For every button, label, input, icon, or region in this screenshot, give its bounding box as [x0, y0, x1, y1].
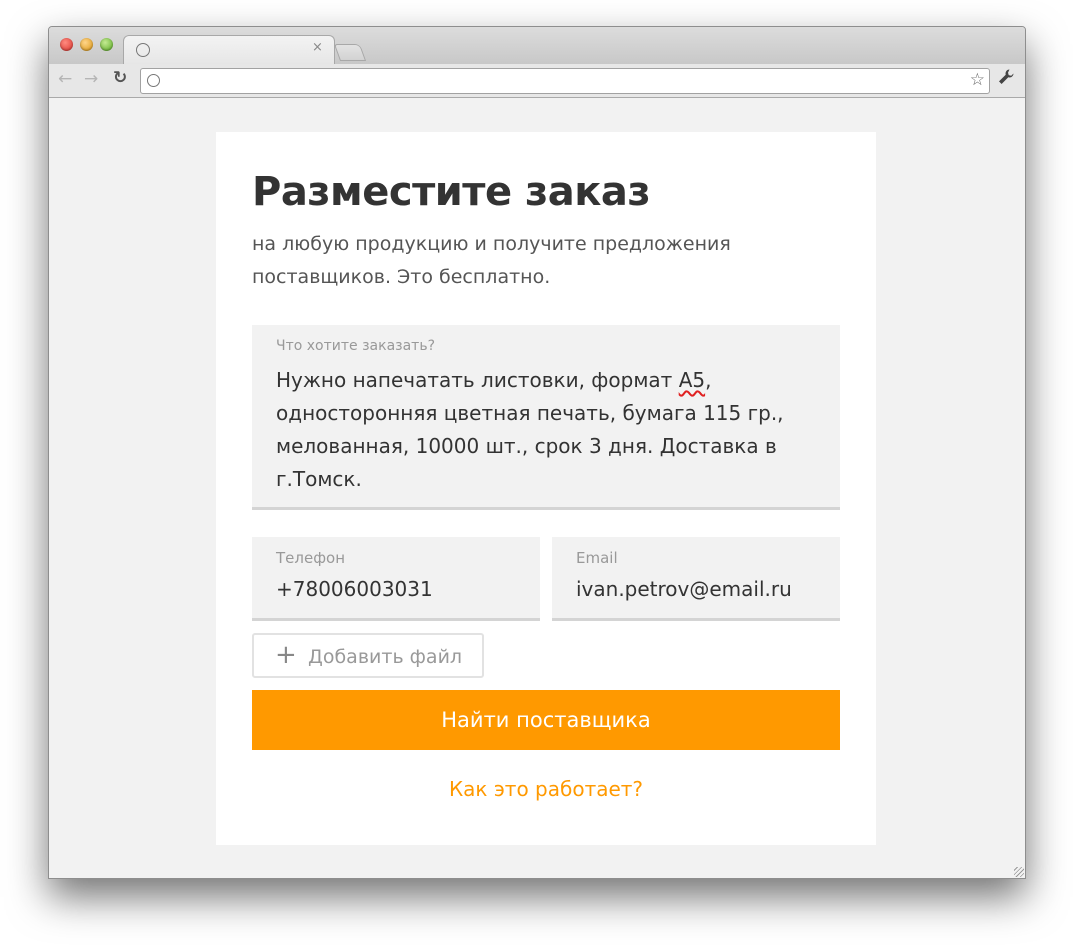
- address-bar[interactable]: ☆: [140, 68, 990, 94]
- globe-icon: [136, 43, 150, 57]
- misspelled-word: А5: [678, 368, 706, 392]
- bookmark-star-icon[interactable]: ☆: [970, 70, 985, 90]
- order-field-value[interactable]: Нужно напечатать листовки, формат А5, од…: [276, 364, 831, 496]
- add-file-label: Добавить файл: [308, 646, 463, 668]
- resize-grip[interactable]: [1014, 867, 1024, 877]
- phone-field[interactable]: Телефон +78006003031: [252, 537, 540, 621]
- browser-toolbar: ← → ↻ ☆: [49, 64, 1025, 98]
- close-window-button[interactable]: [60, 38, 73, 51]
- order-form-card: Разместите заказ на любую продукцию и по…: [216, 132, 876, 845]
- reload-icon[interactable]: ↻: [113, 68, 127, 88]
- minimize-window-button[interactable]: [80, 38, 93, 51]
- globe-icon: [147, 74, 160, 87]
- zoom-window-button[interactable]: [100, 38, 113, 51]
- how-it-works-link[interactable]: Как это работает?: [252, 777, 840, 801]
- email-field[interactable]: Email ivan.petrov@email.ru: [552, 537, 840, 621]
- find-supplier-button[interactable]: Найти поставщика: [252, 690, 840, 750]
- forward-arrow-icon[interactable]: →: [84, 69, 98, 89]
- back-arrow-icon[interactable]: ←: [58, 69, 72, 89]
- title-bar: ×: [49, 27, 1025, 65]
- page-viewport: Разместите заказ на любую продукцию и по…: [49, 98, 1025, 878]
- order-text-part: Нужно напечатать листовки, формат: [276, 368, 679, 392]
- order-textarea[interactable]: Что хотите заказать? Нужно напечатать ли…: [252, 325, 840, 510]
- plus-icon: +: [275, 640, 297, 670]
- browser-tab[interactable]: ×: [123, 35, 335, 65]
- order-field-label: Что хотите заказать?: [276, 338, 436, 354]
- email-field-value[interactable]: ivan.petrov@email.ru: [576, 577, 792, 601]
- tab-close-icon[interactable]: ×: [312, 40, 323, 55]
- phone-field-label: Телефон: [276, 549, 346, 567]
- phone-field-value[interactable]: +78006003031: [276, 577, 433, 601]
- wrench-icon[interactable]: [997, 68, 1015, 91]
- wrench-icon-graphic: [999, 69, 1014, 84]
- page-title: Разместите заказ: [252, 169, 651, 215]
- page-subtitle: на любую продукцию и получите предложени…: [252, 233, 731, 288]
- email-field-label: Email: [576, 549, 618, 567]
- add-file-button[interactable]: + Добавить файл: [252, 633, 484, 678]
- url-input[interactable]: [167, 72, 961, 89]
- new-tab-button[interactable]: [333, 44, 367, 61]
- browser-window: × ← → ↻ ☆ Разместите заказ на любую прод…: [48, 26, 1026, 879]
